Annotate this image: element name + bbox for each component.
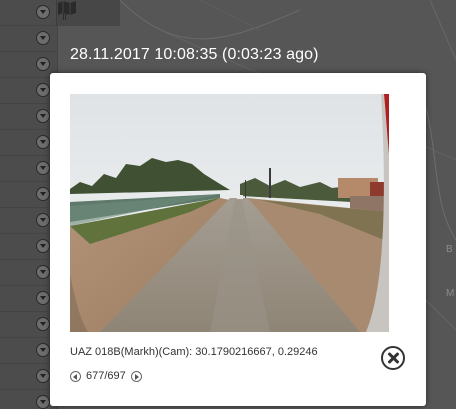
expand-icon[interactable]	[36, 239, 50, 253]
expand-icon[interactable]	[36, 161, 50, 175]
expand-icon[interactable]	[36, 369, 50, 383]
map-label: M	[446, 288, 455, 299]
map-label: B	[446, 244, 453, 255]
photo-timestamp: 28.11.2017 10:08:35 (0:03:23 ago)	[70, 46, 319, 63]
photo-popup: UAZ 018B(Markh)(Cam): 30.1790216667, 0.2…	[50, 73, 426, 406]
map-toolbar	[56, 0, 120, 26]
expand-icon[interactable]	[36, 395, 50, 409]
expand-icon[interactable]	[36, 135, 50, 149]
map-icon[interactable]	[57, 0, 77, 16]
expand-icon[interactable]	[36, 317, 50, 331]
expand-icon[interactable]	[36, 265, 50, 279]
close-circle-icon[interactable]	[381, 346, 405, 370]
expand-icon[interactable]	[36, 31, 50, 45]
photo-caption: UAZ 018B(Markh)(Cam): 30.1790216667, 0.2…	[70, 346, 318, 358]
list-row[interactable]	[0, 0, 58, 26]
pager-position: 677/697	[86, 370, 126, 382]
expand-icon[interactable]	[36, 213, 50, 227]
expand-icon[interactable]	[36, 83, 50, 97]
expand-icon[interactable]	[36, 109, 50, 123]
photo-pager: 677/697	[70, 369, 142, 383]
expand-icon[interactable]	[36, 343, 50, 357]
list-row[interactable]	[0, 26, 58, 52]
expand-icon[interactable]	[36, 5, 50, 19]
expand-icon[interactable]	[36, 291, 50, 305]
arrow-left-circle-icon[interactable]	[70, 370, 81, 382]
expand-icon[interactable]	[36, 57, 50, 71]
camera-photo	[70, 94, 389, 332]
expand-icon[interactable]	[36, 187, 50, 201]
arrow-right-circle-icon[interactable]	[130, 370, 142, 382]
